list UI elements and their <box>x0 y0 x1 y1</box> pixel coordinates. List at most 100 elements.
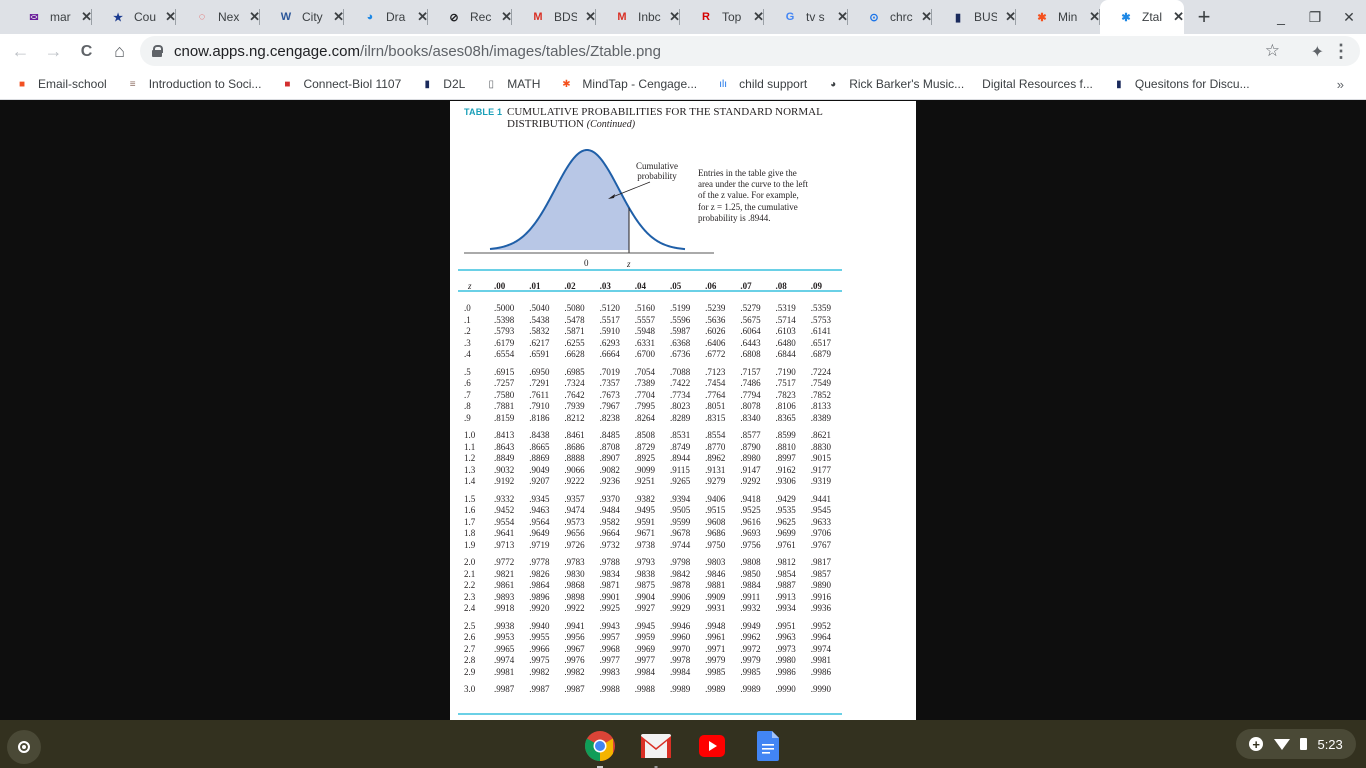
bookmarks-overflow-button[interactable]: » <box>1337 77 1344 92</box>
close-tab-icon[interactable]: ✕ <box>753 9 764 25</box>
extensions-puzzle-icon[interactable]: ✦ <box>1311 42 1324 62</box>
bookmark-item[interactable]: ■ Email-school <box>14 76 107 92</box>
tab-7[interactable]: M Inbc ✕ <box>596 0 680 34</box>
probability-cell: .9767 <box>810 539 831 550</box>
tab-0[interactable]: ✉ mar ✕ <box>8 0 92 34</box>
tab-11[interactable]: ▮ BUS ✕ <box>932 0 1016 34</box>
bookmark-item[interactable]: Digital Resources f... <box>982 77 1093 91</box>
document-icon: ▯ <box>488 78 495 90</box>
tab-6[interactable]: M BDS ✕ <box>512 0 596 34</box>
probability-cell: .9918 <box>494 603 515 613</box>
close-tab-icon[interactable]: ✕ <box>921 9 932 25</box>
tab-9[interactable]: Gtv s ✕ <box>764 0 848 34</box>
column-header: .06 <box>705 281 717 291</box>
google-docs-app[interactable] <box>748 728 788 764</box>
home-button[interactable]: ⌂ <box>103 41 136 62</box>
probability-cell: .9265 <box>669 476 691 486</box>
table-row: .4 .6554 .6591 .6628 .6664 .6700 .6736 .6772 .68… <box>460 349 840 361</box>
z-value-cell: 1.0 <box>464 430 476 440</box>
probability-cell: .9357 <box>564 493 585 504</box>
bookmark-item[interactable]: ■ Connect-Biol 1107 <box>279 76 401 92</box>
bookmark-item[interactable]: ≡ Introduction to Soci... <box>125 76 262 92</box>
back-button[interactable]: ← <box>4 41 37 62</box>
microsoft-icon: ■ <box>18 78 26 90</box>
z-value-cell: 2.6 <box>464 632 476 642</box>
youtube-app[interactable] <box>692 728 732 764</box>
close-tab-icon[interactable]: ✕ <box>585 9 596 25</box>
tab-10[interactable]: ⊙ chrc ✕ <box>848 0 932 34</box>
probability-cell: .7088 <box>669 366 691 377</box>
close-tab-icon[interactable]: ✕ <box>669 9 680 25</box>
close-tab-icon[interactable]: ✕ <box>333 9 344 25</box>
reload-button[interactable]: C <box>70 43 103 61</box>
probability-cell: .5910 <box>599 326 620 336</box>
pinned-apps <box>580 728 788 768</box>
tab-title: Dra <box>386 10 406 24</box>
probability-cell: .6443 <box>740 337 761 348</box>
probability-cell: .9940 <box>529 620 550 631</box>
probability-cell: .9756 <box>740 539 761 550</box>
close-tab-icon[interactable]: ✕ <box>1089 9 1100 25</box>
chrome-app[interactable] <box>580 728 620 768</box>
add-circle-icon: + <box>1249 737 1264 751</box>
tab-5[interactable]: ⊘ Rec ✕ <box>428 0 512 34</box>
probability-cell: .9812 <box>775 557 796 567</box>
gmail-app[interactable] <box>636 728 676 768</box>
tab-13[interactable]: ✱ Ztal ✕ <box>1100 0 1184 34</box>
probability-cell: .5987 <box>669 326 691 336</box>
close-tab-icon[interactable]: ✕ <box>837 9 848 25</box>
new-tab-button[interactable]: + <box>1184 0 1224 34</box>
bookmark-item[interactable]: ▯ MATH <box>483 76 541 92</box>
tab-3[interactable]: W City ✕ <box>260 0 344 34</box>
close-window-button[interactable]: ✕ <box>1332 9 1366 26</box>
bookmark-item[interactable]: ▮ Quesitons for Discu... <box>1111 76 1249 92</box>
close-tab-icon[interactable]: ✕ <box>417 9 428 25</box>
close-tab-icon[interactable]: ✕ <box>249 9 260 25</box>
tab-title: Inbc <box>638 10 661 24</box>
probability-cell: .8461 <box>564 430 585 440</box>
close-tab-icon[interactable]: ✕ <box>1173 9 1184 25</box>
bookmark-item[interactable]: ✱ MindTap - Cengage... <box>558 76 697 92</box>
status-tray[interactable]: + 5:23 <box>1236 729 1356 759</box>
tab-4[interactable]: ◕ Dra ✕ <box>344 0 428 34</box>
z-value-cell: 2.7 <box>464 643 476 654</box>
z-value-cell: 1.9 <box>464 539 476 550</box>
tab-1[interactable]: ★ Cou ✕ <box>92 0 176 34</box>
z-value-cell: 1.7 <box>464 516 476 527</box>
probability-cell: .9505 <box>669 505 691 515</box>
bookmark-item[interactable]: ılı child support <box>715 76 807 92</box>
probability-cell: .8238 <box>599 412 620 423</box>
probability-cell: .9842 <box>669 568 691 579</box>
minimize-button[interactable]: _ <box>1264 9 1298 25</box>
forward-button[interactable]: → <box>37 41 70 62</box>
close-tab-icon[interactable]: ✕ <box>501 9 512 25</box>
bookmark-item[interactable]: ◕ Rick Barker's Music... <box>825 76 964 92</box>
probability-cell: .9916 <box>810 591 831 602</box>
address-bar[interactable]: cnow.apps.ng.cengage.com/ilrn/books/ases… <box>140 36 1360 66</box>
close-tab-icon[interactable]: ✕ <box>165 9 176 25</box>
probability-cell: .9973 <box>775 643 796 654</box>
tab-12[interactable]: ✱ Min ✕ <box>1016 0 1100 34</box>
probability-cell: .7019 <box>599 366 620 377</box>
probability-cell: .7794 <box>740 389 761 400</box>
bookmark-item[interactable]: ▮ D2L <box>419 76 466 92</box>
probability-cell: .9207 <box>529 476 550 486</box>
close-tab-icon[interactable]: ✕ <box>1005 9 1016 25</box>
bookmark-star-icon[interactable]: ☆ <box>1265 41 1280 61</box>
probability-cell: .9582 <box>599 516 620 527</box>
table-row: 2.2 .9861 .9864 .9868 .9871 .9875 .9878 .9881 .9… <box>460 580 840 592</box>
url-text[interactable]: cnow.apps.ng.cengage.com/ilrn/books/ases… <box>174 43 661 60</box>
close-tab-icon[interactable]: ✕ <box>81 9 92 25</box>
lock-icon[interactable] <box>152 45 163 57</box>
bookmark-label: Email-school <box>38 77 107 91</box>
mcgraw-hill-icon: ■ <box>284 78 291 90</box>
probability-cell: .9946 <box>669 620 691 631</box>
column-header: .05 <box>669 281 682 291</box>
launcher-button[interactable] <box>7 730 41 764</box>
tab-2[interactable]: ◌ Nex ✕ <box>176 0 260 34</box>
probability-cell: .9573 <box>564 516 585 527</box>
more-menu-icon[interactable]: ⋮ <box>1332 41 1350 62</box>
probability-cell: .9838 <box>634 568 655 579</box>
tab-8[interactable]: R Top ✕ <box>680 0 764 34</box>
restore-button[interactable]: ❐ <box>1298 9 1332 26</box>
